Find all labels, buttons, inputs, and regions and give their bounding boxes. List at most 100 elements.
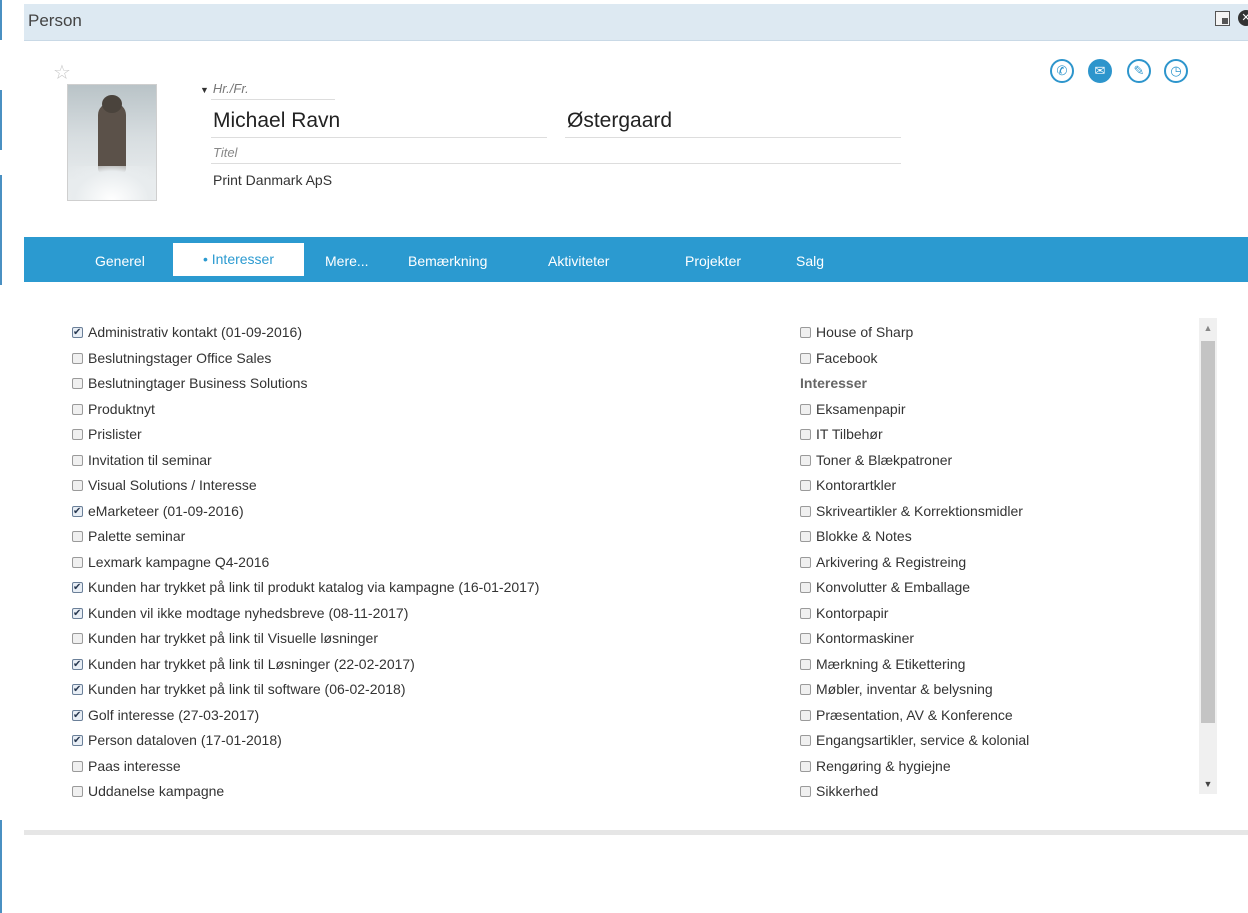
interest-checkbox[interactable]: [72, 703, 83, 728]
tab-projekter[interactable]: Projekter: [685, 237, 741, 282]
interest-checkbox[interactable]: [800, 633, 811, 644]
interest-checkbox[interactable]: [72, 378, 83, 389]
interest-item[interactable]: Beslutningstager Office Sales: [72, 346, 539, 372]
interest-item[interactable]: Kontorartkler: [800, 473, 1029, 499]
interest-item[interactable]: Golf interesse (27-03-2017): [72, 703, 539, 729]
interest-item[interactable]: Rengøring & hygiejne: [800, 754, 1029, 780]
interest-item[interactable]: IT Tilbehør: [800, 422, 1029, 448]
vertical-scrollbar[interactable]: ▲ ▼: [1199, 318, 1217, 794]
interest-checkbox[interactable]: [72, 499, 83, 524]
interest-item[interactable]: Kontorpapir: [800, 601, 1029, 627]
interest-checkbox[interactable]: [800, 429, 811, 440]
interest-item[interactable]: eMarketeer (01-09-2016): [72, 499, 539, 525]
interest-checkbox[interactable]: [800, 709, 811, 721]
interest-item[interactable]: Paas interesse: [72, 754, 539, 780]
interest-item[interactable]: Lexmark kampagne Q4-2016: [72, 550, 539, 576]
interest-item[interactable]: Kunden har trykket på link til Visuelle …: [72, 626, 539, 652]
interest-checkbox[interactable]: [800, 582, 811, 593]
interest-item[interactable]: Arkivering & Registreing: [800, 550, 1029, 576]
favorite-star-icon[interactable]: ☆: [53, 63, 71, 83]
interest-checkbox[interactable]: [800, 454, 811, 466]
clock-icon[interactable]: ◷: [1164, 59, 1188, 83]
interest-item[interactable]: Prislister: [72, 422, 539, 448]
restore-window-icon[interactable]: [1215, 11, 1230, 26]
interest-item[interactable]: Facebook: [800, 346, 1029, 372]
interest-checkbox[interactable]: [800, 327, 811, 338]
interest-item[interactable]: Præsentation, AV & Konference: [800, 703, 1029, 729]
interest-item[interactable]: Engangsartikler, service & kolonial: [800, 728, 1029, 754]
tab-aktiviteter[interactable]: Aktiviteter: [548, 237, 609, 282]
interest-checkbox[interactable]: [72, 429, 83, 440]
interest-item[interactable]: Administrativ kontakt (01-09-2016): [72, 320, 539, 346]
interest-item[interactable]: Kunden har trykket på link til Løsninger…: [72, 652, 539, 678]
interest-checkbox[interactable]: [72, 786, 83, 797]
title-field[interactable]: Titel: [213, 145, 237, 160]
last-name-field[interactable]: Østergaard: [567, 109, 672, 133]
tab-mere[interactable]: Mere...: [325, 237, 369, 282]
interest-checkbox[interactable]: [72, 454, 83, 466]
interest-checkbox[interactable]: [72, 480, 83, 491]
scroll-up-icon[interactable]: ▲: [1199, 318, 1217, 338]
interest-item[interactable]: Sikkerhed: [800, 779, 1029, 805]
interest-item[interactable]: Kontormaskiner: [800, 626, 1029, 652]
interest-checkbox[interactable]: [800, 531, 811, 542]
interest-checkbox[interactable]: [800, 403, 811, 415]
interest-item[interactable]: Visual Solutions / Interesse: [72, 473, 539, 499]
interest-item[interactable]: Kunden har trykket på link til produkt k…: [72, 575, 539, 601]
interest-item[interactable]: Toner & Blækpatroner: [800, 448, 1029, 474]
interest-checkbox[interactable]: [800, 760, 811, 772]
scrollbar-thumb[interactable]: [1201, 341, 1215, 723]
phone-icon[interactable]: ✆: [1050, 59, 1074, 83]
interest-checkbox[interactable]: [72, 652, 83, 677]
interest-item[interactable]: Invitation til seminar: [72, 448, 539, 474]
interest-item[interactable]: Uddanelse kampagne: [72, 779, 539, 805]
interest-checkbox[interactable]: [72, 601, 83, 626]
edit-icon[interactable]: ✎: [1127, 59, 1151, 83]
interest-item[interactable]: Kunden vil ikke modtage nyhedsbreve (08-…: [72, 601, 539, 627]
interest-item[interactable]: Møbler, inventar & belysning: [800, 677, 1029, 703]
tab-salg[interactable]: Salg: [796, 237, 824, 282]
interest-checkbox[interactable]: [72, 633, 83, 644]
interest-item[interactable]: Beslutningtager Business Solutions: [72, 371, 539, 397]
interest-item[interactable]: Produktnyt: [72, 397, 539, 423]
email-icon[interactable]: ✉: [1088, 59, 1112, 83]
company-link[interactable]: Print Danmark ApS: [213, 172, 332, 188]
interest-checkbox[interactable]: [72, 728, 83, 753]
interest-item[interactable]: Palette seminar: [72, 524, 539, 550]
interest-item[interactable]: Konvolutter & Emballage: [800, 575, 1029, 601]
interest-checkbox[interactable]: [800, 352, 811, 364]
interest-checkbox[interactable]: [800, 556, 811, 568]
interest-checkbox[interactable]: [72, 352, 83, 364]
interest-checkbox[interactable]: [800, 735, 811, 746]
tab-generel[interactable]: Generel: [95, 237, 145, 282]
interest-checkbox[interactable]: [72, 320, 83, 345]
interest-checkbox[interactable]: [72, 531, 83, 542]
interest-item[interactable]: Blokke & Notes: [800, 524, 1029, 550]
interest-checkbox[interactable]: [800, 684, 811, 695]
interest-checkbox[interactable]: [800, 786, 811, 797]
interest-checkbox[interactable]: [800, 658, 811, 670]
salutation-dropdown[interactable]: ▼ Hr./Fr.: [200, 81, 249, 96]
interest-item[interactable]: Eksamenpapir: [800, 397, 1029, 423]
interest-item[interactable]: Mærkning & Etikettering: [800, 652, 1029, 678]
interest-item[interactable]: Skriveartikler & Korrektionsmidler: [800, 499, 1029, 525]
interest-checkbox[interactable]: [800, 607, 811, 619]
interest-label: Invitation til seminar: [88, 451, 212, 468]
interest-checkbox[interactable]: [800, 480, 811, 491]
interest-checkbox[interactable]: [800, 505, 811, 517]
scroll-down-icon[interactable]: ▼: [1199, 774, 1217, 794]
interest-checkbox[interactable]: [72, 403, 83, 415]
interest-label: Mærkning & Etikettering: [816, 655, 966, 672]
interest-label: eMarketeer (01-09-2016): [88, 502, 244, 519]
interest-checkbox[interactable]: [72, 677, 83, 702]
interest-item[interactable]: Person dataloven (17-01-2018): [72, 728, 539, 754]
interest-item[interactable]: Kunden har trykket på link til software …: [72, 677, 539, 703]
tab-bemaerkning[interactable]: Bemærkning: [408, 237, 487, 282]
interest-checkbox[interactable]: [72, 556, 83, 568]
first-name-field[interactable]: Michael Ravn: [213, 109, 340, 133]
interest-checkbox[interactable]: [72, 760, 83, 772]
interest-item[interactable]: House of Sharp: [800, 320, 1029, 346]
interest-checkbox[interactable]: [72, 575, 83, 600]
tab-interesser[interactable]: • Interesser: [173, 243, 304, 276]
close-window-icon[interactable]: ✕: [1238, 10, 1248, 26]
